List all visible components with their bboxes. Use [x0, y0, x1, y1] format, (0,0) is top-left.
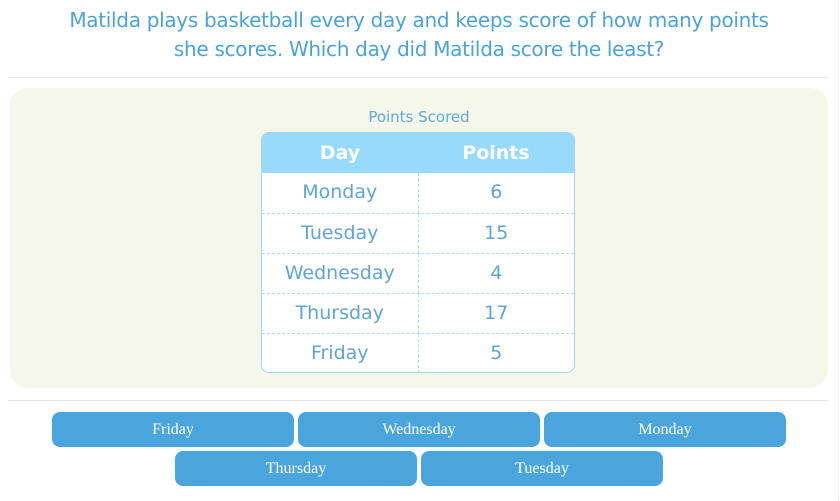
question-line-2: she scores. Which day did Matilda score …: [173, 37, 665, 61]
cell-points: 4: [490, 262, 503, 284]
cell-day: Tuesday: [262, 214, 419, 253]
cell-points: 6: [490, 181, 503, 203]
question-text: Matilda plays basketball every day and k…: [0, 6, 838, 64]
bottom-divider: [8, 400, 828, 401]
header-day: Day: [319, 142, 361, 164]
cell-day: Thursday: [262, 294, 419, 333]
answer-button-thursday[interactable]: Thursday: [175, 451, 417, 486]
answer-choices: Friday Wednesday Monday Thursday Tuesday: [0, 412, 838, 490]
answer-button-friday[interactable]: Friday: [52, 412, 294, 447]
top-divider: [8, 77, 828, 78]
answer-button-wednesday[interactable]: Wednesday: [298, 412, 540, 447]
table-row: Thursday 17: [262, 293, 574, 333]
table-header: Day Points: [262, 133, 574, 173]
cell-points: 15: [484, 222, 509, 244]
cell-day: Monday: [262, 173, 419, 213]
header-points: Points: [462, 142, 530, 164]
table-row: Tuesday 15: [262, 213, 574, 253]
answer-row-1: Friday Wednesday Monday: [0, 412, 838, 447]
table-row: Monday 6: [262, 173, 574, 213]
question-line-1: Matilda plays basketball every day and k…: [69, 8, 769, 32]
answer-button-tuesday[interactable]: Tuesday: [421, 451, 663, 486]
cell-day: Wednesday: [262, 254, 419, 293]
table-body: Monday 6 Tuesday 15 Wednesday 4 Thursday…: [262, 173, 574, 372]
table-row: Wednesday 4: [262, 253, 574, 293]
table-title: Points Scored: [368, 108, 470, 126]
table-row: Friday 5: [262, 333, 574, 372]
points-table: Day Points Monday 6 Tuesday 15 Wednesday…: [261, 132, 575, 373]
cell-points: 17: [484, 302, 509, 324]
answer-row-2: Thursday Tuesday: [0, 451, 838, 486]
answer-button-monday[interactable]: Monday: [544, 412, 786, 447]
cell-points: 5: [490, 342, 503, 364]
cell-day: Friday: [262, 334, 419, 372]
